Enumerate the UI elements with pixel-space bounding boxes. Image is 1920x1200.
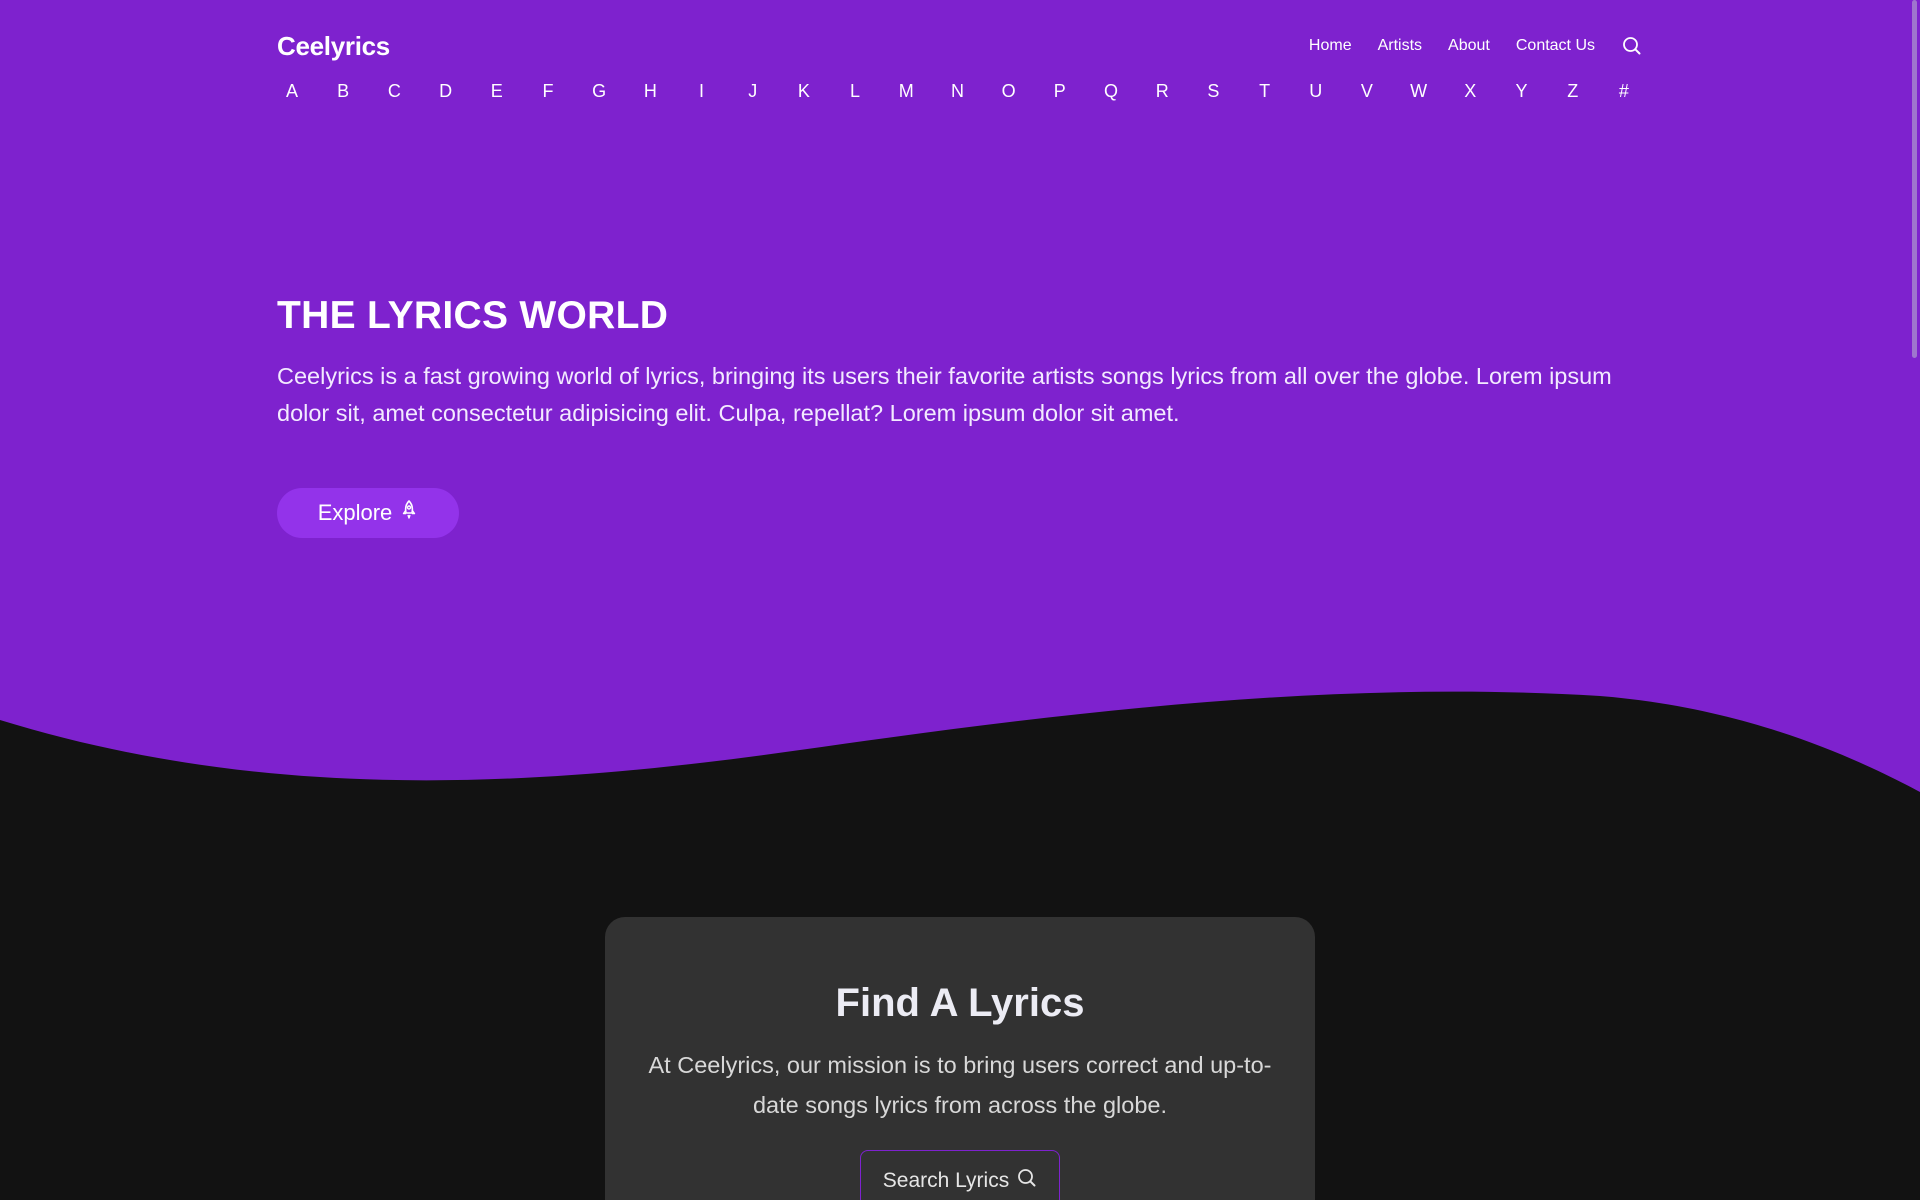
alphabet-letter-l[interactable]: L [847,81,863,102]
wave-divider [0,691,1920,800]
hero-description: Ceelyrics is a fast growing world of lyr… [277,363,1612,426]
find-lyrics-description: At Ceelyrics, our mission is to bring us… [648,1052,1272,1118]
alphabet-letter-a[interactable]: A [284,81,300,102]
alphabet-letter-h[interactable]: H [642,81,658,102]
alphabet-letter-v[interactable]: V [1359,81,1375,102]
alphabet-letter-n[interactable]: N [949,81,965,102]
alphabet-letter-z[interactable]: Z [1565,81,1581,102]
page: Ceelyrics Home Artists About Contact Us … [0,0,1920,1200]
alphabet-letter-u[interactable]: U [1308,81,1324,102]
explore-label: Explore [317,500,393,525]
alphabet-letter-k[interactable]: K [796,81,812,102]
alphabet-letter-x[interactable]: X [1462,81,1478,102]
search-lyrics-button[interactable]: Search Lyrics [860,1150,1060,1200]
find-lyrics-card: Find A Lyrics At Ceelyrics, our mission … [605,917,1315,1200]
page-scrollbar[interactable] [1912,0,1917,358]
site-header: Ceelyrics Home Artists About Contact Us [277,26,1643,66]
nav-home-link[interactable]: Home [1309,37,1352,55]
explore-button[interactable]: Explore [277,488,459,538]
alphabet-letter-y[interactable]: Y [1514,81,1530,102]
alphabet-letter-w[interactable]: W [1410,81,1427,102]
alphabet-letter-p[interactable]: P [1052,81,1068,102]
alphabet-letter-c[interactable]: C [386,81,402,102]
alphabet-letter-o[interactable]: O [1001,81,1017,102]
nav-about-link[interactable]: About [1448,37,1490,55]
alphabet-letter-d[interactable]: D [438,81,454,102]
brand-logo[interactable]: Ceelyrics [277,31,390,62]
alphabet-letter-m[interactable]: M [898,81,914,102]
hero-section: Ceelyrics Home Artists About Contact Us … [0,0,1920,800]
find-lyrics-title: Find A Lyrics [835,981,1085,1025]
search-icon[interactable] [1621,35,1643,57]
main-nav: Home Artists About Contact Us [1309,35,1643,57]
alphabet-index: A B C D E F G H I J K L M N O P Q R S T U V W X Y Z # [284,78,1632,104]
alphabet-letter-s[interactable]: S [1205,81,1221,102]
alphabet-letter-i[interactable]: I [694,81,710,102]
alphabet-letter-hash[interactable]: # [1616,81,1632,102]
rocket-icon [400,500,418,526]
hero-title: THE LYRICS WORLD [277,294,669,337]
nav-contact-link[interactable]: Contact Us [1516,37,1595,55]
alphabet-letter-e[interactable]: E [489,81,505,102]
alphabet-letter-j[interactable]: J [745,81,761,102]
alphabet-letter-r[interactable]: R [1154,81,1170,102]
alphabet-letter-f[interactable]: F [540,81,556,102]
nav-artists-link[interactable]: Artists [1378,37,1422,55]
alphabet-letter-g[interactable]: G [591,81,607,102]
alphabet-letter-b[interactable]: B [335,81,351,102]
search-lyrics-label: Search Lyrics [882,1169,1010,1192]
alphabet-letter-t[interactable]: T [1257,81,1273,102]
alphabet-letter-q[interactable]: Q [1103,81,1119,102]
search-icon [1017,1168,1037,1194]
